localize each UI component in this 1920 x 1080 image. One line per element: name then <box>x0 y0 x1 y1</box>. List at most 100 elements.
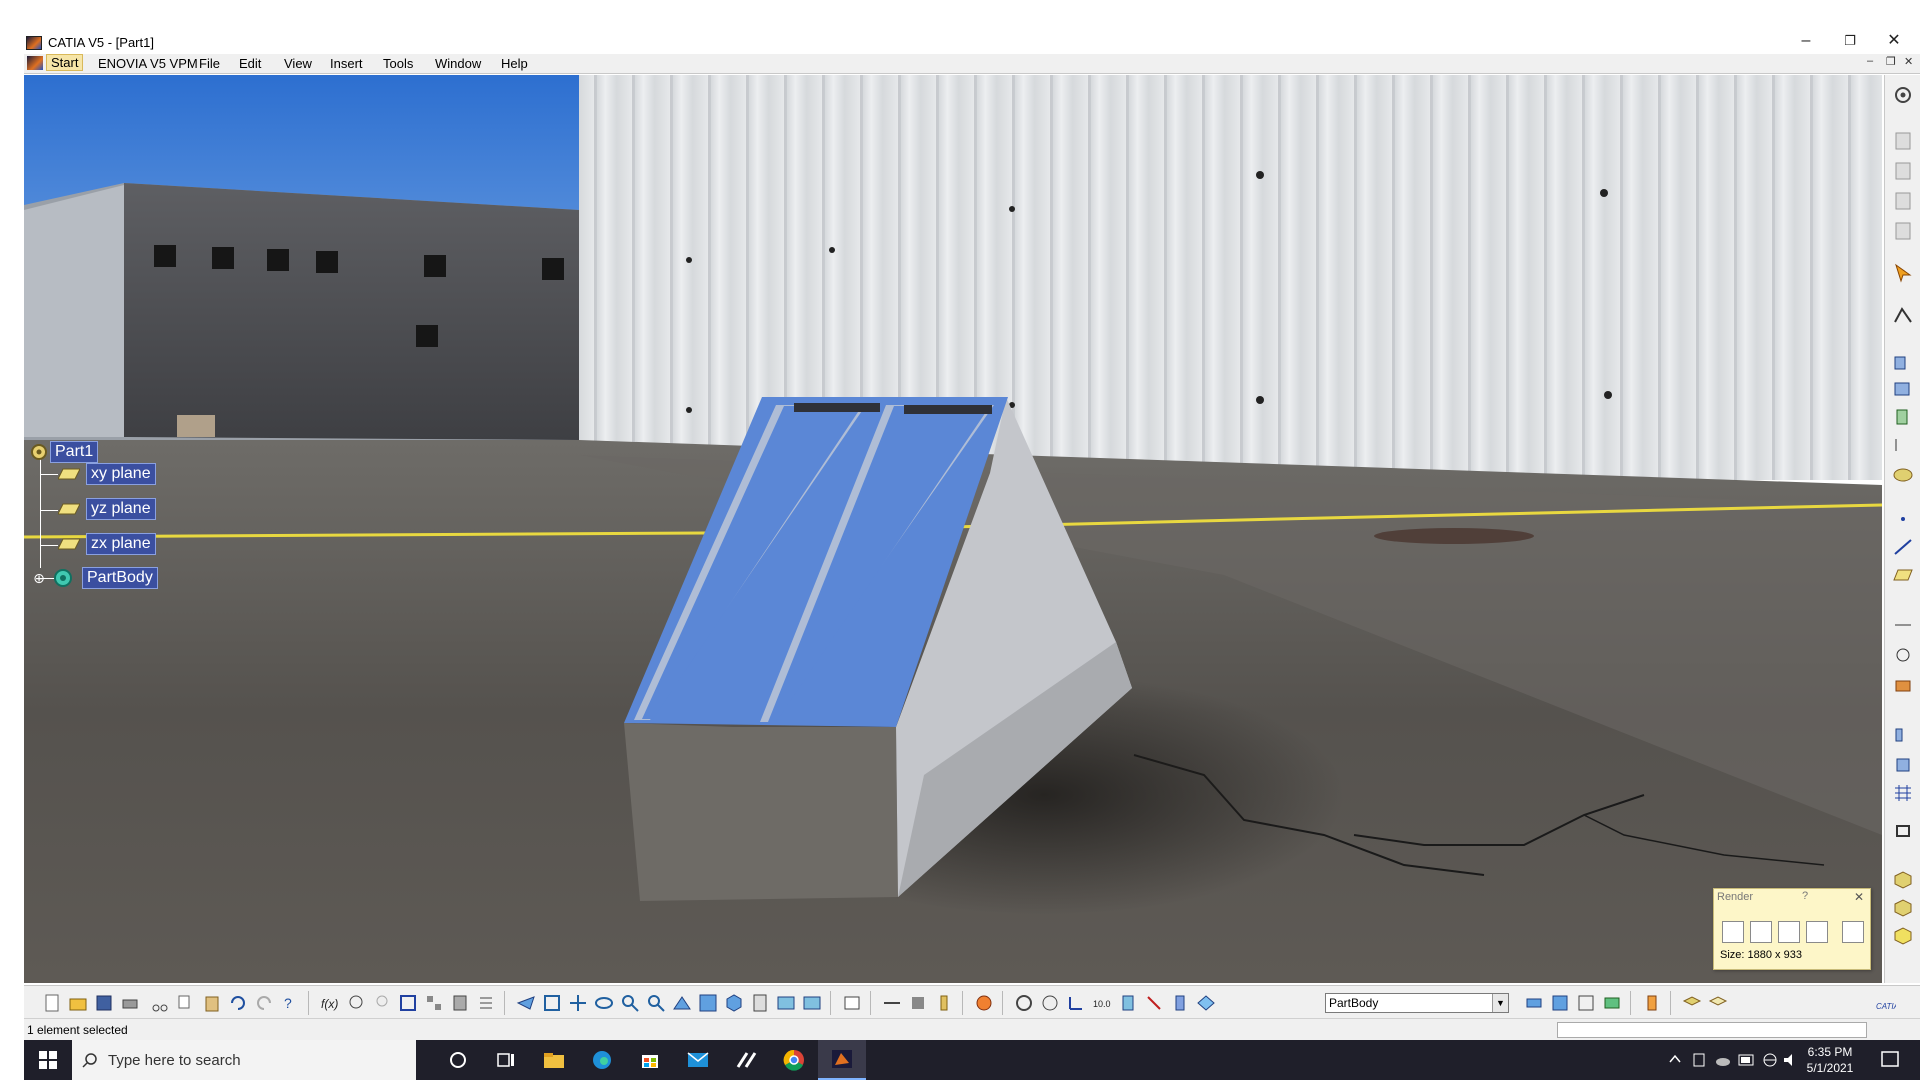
hand-icon[interactable] <box>1040 993 1060 1013</box>
tree-icon[interactable] <box>424 993 444 1013</box>
doc-icon[interactable] <box>1892 221 1914 241</box>
cortana-icon[interactable] <box>434 1040 482 1080</box>
layer-filter-icon[interactable] <box>1708 993 1728 1013</box>
doc-close-icon[interactable]: ✕ <box>1904 55 1913 68</box>
menu-window[interactable]: Window <box>435 56 481 71</box>
3d-viewport[interactable]: Part1 xy plane yz plane zx plane ⊕ PartB… <box>24 75 1882 983</box>
doc-icon[interactable] <box>1892 161 1914 181</box>
paste-icon[interactable] <box>202 993 222 1013</box>
pen-app-icon[interactable] <box>722 1040 770 1080</box>
measure-item-icon[interactable] <box>908 993 928 1013</box>
catia-taskbar-icon[interactable] <box>818 1040 866 1080</box>
update-icon[interactable] <box>842 993 862 1013</box>
constraint-icon[interactable] <box>1144 993 1164 1013</box>
menu-view[interactable]: View <box>284 56 312 71</box>
box-icon[interactable] <box>1892 897 1914 917</box>
cut-icon[interactable] <box>150 993 170 1013</box>
menu-edit[interactable]: Edit <box>239 56 261 71</box>
sketch-icon[interactable] <box>1892 305 1914 325</box>
gear-icon[interactable] <box>1892 85 1914 105</box>
tree-node-partbody[interactable]: ⊕ PartBody <box>28 566 158 590</box>
axis-icon[interactable] <box>1892 435 1914 455</box>
fit-all-icon[interactable] <box>542 993 562 1013</box>
menu-help[interactable]: Help <box>501 56 528 71</box>
list-icon[interactable] <box>476 993 496 1013</box>
pocket-icon[interactable] <box>1892 379 1914 399</box>
render-save-icon[interactable] <box>1842 921 1864 943</box>
rotate-icon[interactable] <box>594 993 614 1013</box>
normal-view-icon[interactable] <box>672 993 692 1013</box>
catalog-icon[interactable] <box>450 993 470 1013</box>
menu-file[interactable]: File <box>199 56 220 71</box>
save-icon[interactable] <box>94 993 114 1013</box>
sketch-tool-icon[interactable] <box>1524 993 1544 1013</box>
formula-icon[interactable]: f(x) <box>320 993 340 1013</box>
environment-icon[interactable] <box>1602 993 1622 1013</box>
mail-icon[interactable] <box>674 1040 722 1080</box>
notifications-icon[interactable] <box>1880 1050 1900 1070</box>
transform-icon[interactable] <box>1892 821 1914 841</box>
multi-view-icon[interactable] <box>698 993 718 1013</box>
tree-node-part1[interactable]: Part1 <box>28 440 99 464</box>
image-icon[interactable] <box>1550 993 1570 1013</box>
menu-start[interactable]: Start <box>46 54 84 71</box>
zoom-out-icon[interactable] <box>646 993 666 1013</box>
knowledge-icon[interactable] <box>346 993 366 1013</box>
doc-minimize-icon[interactable]: – <box>1867 55 1873 67</box>
texture-icon[interactable] <box>1576 993 1596 1013</box>
whats-this-icon[interactable]: ? <box>280 993 300 1013</box>
volume-icon[interactable] <box>1782 1052 1798 1068</box>
close-icon[interactable]: ✕ <box>1874 30 1914 52</box>
apply-material-icon[interactable] <box>974 993 994 1013</box>
paint-icon[interactable] <box>1642 993 1662 1013</box>
network-icon[interactable] <box>1762 1052 1778 1068</box>
mirror-icon[interactable] <box>1892 755 1914 775</box>
new-file-icon[interactable] <box>42 993 62 1013</box>
stack-icon[interactable] <box>1170 993 1190 1013</box>
print-icon[interactable] <box>120 993 140 1013</box>
surface-icon[interactable] <box>1892 465 1914 485</box>
body-select[interactable]: PartBody ▼ <box>1325 993 1509 1013</box>
task-view-icon[interactable] <box>482 1040 530 1080</box>
shading-icon[interactable] <box>750 993 770 1013</box>
close-icon[interactable]: ✕ <box>1854 890 1864 904</box>
start-menu-icon[interactable] <box>27 56 43 70</box>
cylinder-icon[interactable] <box>1118 993 1138 1013</box>
chevron-down-icon[interactable]: ▼ <box>1492 994 1508 1012</box>
restore-icon[interactable]: ❐ <box>1830 30 1870 52</box>
command-input[interactable] <box>1557 1022 1867 1038</box>
spin-icon[interactable] <box>1014 993 1034 1013</box>
tree-node-yz-plane[interactable]: yz plane <box>58 497 156 521</box>
cloud-icon[interactable] <box>1714 1052 1732 1068</box>
doc-restore-icon[interactable]: ❐ <box>1886 55 1896 68</box>
help-icon[interactable]: ? <box>1802 890 1808 902</box>
open-folder-icon[interactable] <box>68 993 88 1013</box>
copy-icon[interactable] <box>176 993 196 1013</box>
measure-icon[interactable] <box>1892 615 1914 635</box>
body-icon[interactable] <box>1196 993 1216 1013</box>
constraint-icon[interactable] <box>1892 645 1914 665</box>
pattern-icon[interactable] <box>1892 725 1914 745</box>
box-icon[interactable] <box>1892 869 1914 889</box>
table-icon[interactable] <box>398 993 418 1013</box>
layer-icon[interactable] <box>1682 993 1702 1013</box>
select-arrow-icon[interactable] <box>1892 263 1914 283</box>
render-region-icon[interactable] <box>1778 921 1800 943</box>
light-icon[interactable] <box>372 993 392 1013</box>
store-icon[interactable] <box>626 1040 674 1080</box>
render-shoot-icon[interactable] <box>1722 921 1744 943</box>
point-icon[interactable] <box>1892 509 1914 529</box>
menu-tools[interactable]: Tools <box>383 56 413 71</box>
hide-show-icon[interactable] <box>776 993 796 1013</box>
shaft-icon[interactable] <box>1892 407 1914 427</box>
device-icon[interactable] <box>1692 1052 1706 1068</box>
doc-icon[interactable] <box>1892 131 1914 151</box>
expand-plus-icon[interactable]: ⊕ <box>28 570 50 587</box>
edge-browser-icon[interactable] <box>578 1040 626 1080</box>
plane-icon[interactable] <box>1892 565 1914 585</box>
zoom-in-icon[interactable] <box>620 993 640 1013</box>
measure-inertia-icon[interactable] <box>934 993 954 1013</box>
pan-icon[interactable] <box>568 993 588 1013</box>
menu-insert[interactable]: Insert <box>330 56 363 71</box>
redo-icon[interactable] <box>254 993 274 1013</box>
